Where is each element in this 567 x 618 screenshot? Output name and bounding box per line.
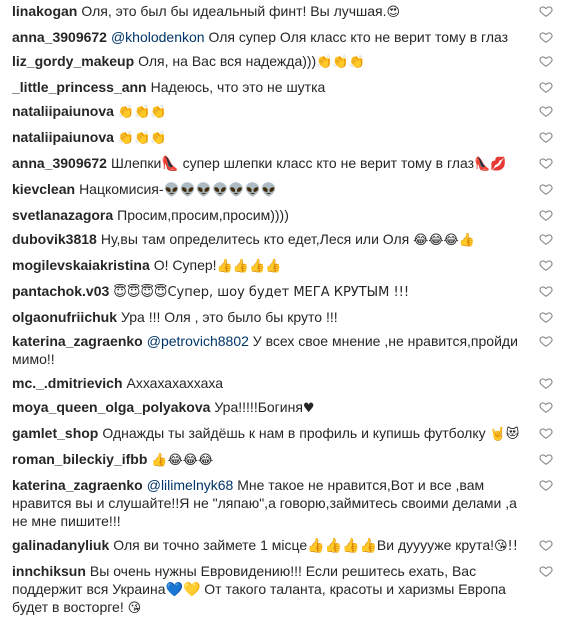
comment-text: Шлепки👠 супер шлепки класс кто не верит …: [110, 155, 475, 171]
comment-item: galinadanyliuk Оля ви точно займете 1 міс…: [0, 536, 567, 556]
comment-item: liz_gordy_makeup Оля, на Вас вся надежда)…: [0, 52, 567, 72]
heart-outline-icon[interactable]: [539, 80, 553, 94]
comment-username-link[interactable]: svetlanazagora: [12, 207, 113, 223]
comment-username-link[interactable]: liz_gordy_makeup: [12, 53, 134, 69]
comment-text: Надеюсь, что это не шутка: [150, 79, 326, 95]
comment-emoji: 👏👏👏: [316, 55, 365, 70]
comment-emoji: 👽👽👽👽👽👽👽: [163, 183, 277, 198]
comment-username-link[interactable]: roman_bileckiy_ifbb: [12, 451, 147, 467]
comment-text: Оля ви точно займете 1 місце👍👍👍👍Ви дуууу…: [113, 537, 494, 553]
heart-outline-icon[interactable]: [539, 156, 553, 170]
comment-emoji: 😍: [386, 5, 401, 20]
comment-username-link[interactable]: dubovik3818: [12, 231, 97, 247]
comment-text: Однажды ты зайдёшь к нам в профиль и куп…: [102, 425, 490, 441]
comment-username-link[interactable]: mc._.dmitrievich: [12, 375, 123, 391]
comment-text: Ну,вы там определитесь кто едет,Леся или…: [100, 231, 414, 247]
comment-username-link[interactable]: katerina_zagraenko: [12, 477, 143, 493]
comment-item: katerina_zagraenko @petrovich8802 У всех …: [0, 332, 567, 368]
comment-text: О! Супер!: [153, 257, 217, 273]
heart-outline-icon[interactable]: [539, 104, 553, 118]
comment-text: Просим,просим,просим)))): [117, 207, 289, 223]
heart-outline-icon[interactable]: [539, 258, 553, 272]
comment-username-link[interactable]: pantachok.v03: [12, 283, 109, 299]
heart-outline-icon[interactable]: [539, 426, 553, 440]
comment-mention-link[interactable]: @petrovich8802: [147, 333, 249, 349]
comment-username-link[interactable]: nataliipaiunova: [12, 103, 114, 119]
comment-username-link[interactable]: katerina_zagraenko: [12, 333, 143, 349]
comment-item: _little_princess_ann Надеюсь, что это не …: [0, 78, 567, 96]
comment-item: anna_3909672 Шлепки👠 супер шлепки класс к…: [0, 154, 567, 174]
comment-username-link[interactable]: anna_3909672: [12, 155, 107, 171]
heart-outline-icon[interactable]: [539, 334, 553, 348]
comment-username-link[interactable]: linakogan: [12, 3, 77, 19]
heart-outline-icon[interactable]: [539, 30, 553, 44]
comment-username-link[interactable]: gamlet_shop: [12, 425, 98, 441]
comment-text: Ура !!! Оля , это было бы круто !!!: [121, 309, 338, 325]
comment-text: Оля, на Вас вся надежда))): [138, 53, 317, 69]
comment-item: roman_bileckiy_ifbb 👍😂😂😂: [0, 450, 567, 470]
heart-outline-icon[interactable]: [539, 400, 553, 414]
comment-item: kievclean Нацкомисия-👽👽👽👽👽👽👽: [0, 180, 567, 200]
comment-emoji: 😇😇😇😇Супер, шоу будет МЕГА КРУТЫМ !!!: [113, 285, 410, 300]
comment-item: gamlet_shop Однажды ты зайдёшь к нам в пр…: [0, 424, 567, 444]
comment-text: Вы очень нужны Евровидению!!! Если решит…: [12, 563, 506, 615]
comment-emoji: 👍👍👍👍: [216, 259, 282, 274]
comment-emoji: 😂😂😂👍: [413, 233, 475, 248]
comment-emoji: 👏👏👏: [117, 131, 167, 146]
comment-item: linakogan Оля, это был бы идеальный финт!…: [0, 2, 567, 22]
comment-text: Оля супер Оля класс кто не верит тому в …: [204, 29, 509, 45]
comment-mention-link[interactable]: @kholodenkon: [111, 29, 205, 45]
comment-username-link[interactable]: anna_3909672: [12, 29, 107, 45]
comment-username-link[interactable]: mogilevskaiakristina: [12, 257, 150, 273]
comment-username-link[interactable]: _little_princess_ann: [12, 79, 147, 95]
comment-username-link[interactable]: kievclean: [12, 181, 75, 197]
heart-outline-icon[interactable]: [539, 478, 553, 492]
comment-item: pantachok.v03 😇😇😇😇Супер, шоу будет МЕГА К…: [0, 282, 567, 302]
comment-username-link[interactable]: innchiksun: [12, 563, 86, 579]
heart-outline-icon[interactable]: [539, 4, 553, 18]
comment-username-link[interactable]: galinadanyliuk: [12, 537, 109, 553]
heart-outline-icon[interactable]: [539, 130, 553, 144]
comment-username-link[interactable]: olgaonufriichuk: [12, 309, 117, 325]
heart-outline-icon[interactable]: [539, 538, 553, 552]
comment-item: moya_queen_olga_polyakova Ура!!!!!Богиня♥: [0, 398, 567, 418]
comment-item: dubovik3818 Ну,вы там определитесь кто ед…: [0, 230, 567, 250]
heart-outline-icon[interactable]: [539, 208, 553, 222]
comment-emoji: 🤘😻: [489, 427, 520, 442]
comment-item: mc._.dmitrievich Аххахахаххаха: [0, 374, 567, 392]
comment-item: innchiksun Вы очень нужны Евровидению!!! …: [0, 562, 567, 618]
heart-outline-icon[interactable]: [539, 452, 553, 466]
heart-outline-icon[interactable]: [539, 284, 553, 298]
comment-username-link[interactable]: moya_queen_olga_polyakova: [12, 399, 210, 415]
comment-emoji: 😘: [127, 601, 142, 616]
comment-item: mogilevskaiakristina О! Супер!👍👍👍👍: [0, 256, 567, 276]
heart-outline-icon[interactable]: [539, 310, 553, 324]
comment-item: svetlanazagora Просим,просим,просим)))): [0, 206, 567, 224]
comment-item: nataliipaiunova 👏👏👏: [0, 128, 567, 148]
comment-emoji: 👠💋: [474, 157, 507, 172]
comment-emoji: 👍😂😂😂: [151, 453, 214, 468]
comment-text: Нацкомисия-: [79, 181, 164, 197]
comment-text: Аххахахаххаха: [126, 375, 223, 391]
comment-item: olgaonufriichuk Ура !!! Оля , это было бы…: [0, 308, 567, 326]
heart-outline-icon[interactable]: [539, 182, 553, 196]
heart-outline-icon[interactable]: [539, 232, 553, 246]
comment-item: nataliipaiunova 👏👏👏: [0, 102, 567, 122]
heart-outline-icon[interactable]: [539, 564, 553, 578]
heart-outline-icon[interactable]: [539, 376, 553, 390]
comment-item: katerina_zagraenko @lilimelnyk68 Мне тако…: [0, 476, 567, 530]
comments-list: linakogan Оля, это был бы идеальный финт!…: [0, 0, 567, 616]
heart-outline-icon[interactable]: [539, 54, 553, 68]
comment-mention-link[interactable]: @lilimelnyk68: [147, 477, 234, 493]
comment-emoji: 😘!!: [494, 539, 518, 554]
comment-text: Оля, это был бы идеальный финт! Вы лучша…: [81, 3, 387, 19]
comment-text: Ура!!!!!Богиня: [214, 399, 303, 415]
comment-username-link[interactable]: nataliipaiunova: [12, 129, 114, 145]
comment-emoji: ♥: [302, 401, 315, 416]
comment-emoji: 👏👏👏: [117, 105, 167, 120]
comment-item: anna_3909672 @kholodenkon Оля супер Оля к…: [0, 28, 567, 46]
